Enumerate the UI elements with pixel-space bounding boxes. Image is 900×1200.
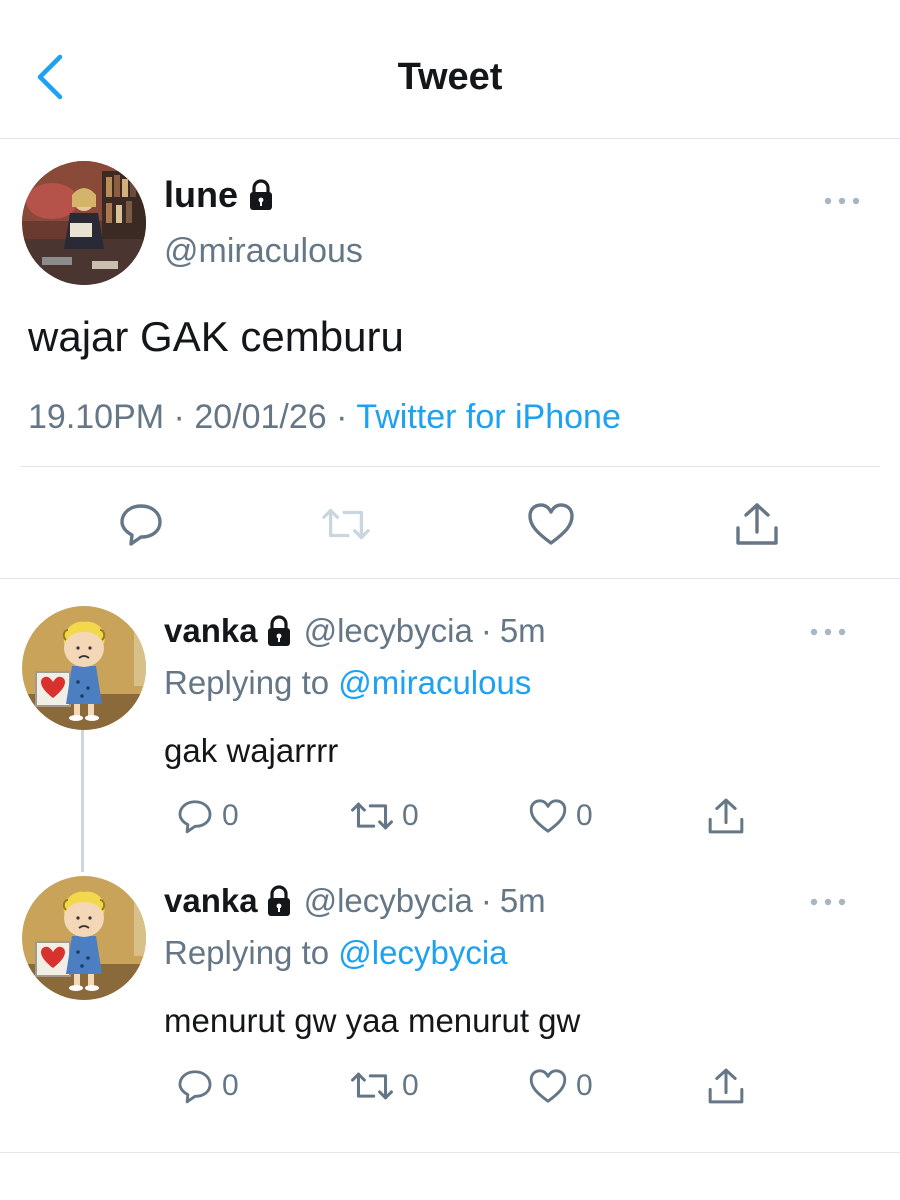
display-name-text[interactable]: vanka [164, 610, 258, 652]
lock-icon [250, 179, 273, 210]
share-icon [708, 798, 744, 834]
avatar[interactable] [22, 161, 146, 285]
share-button[interactable] [706, 794, 746, 838]
username-handle[interactable]: @lecybycia [304, 610, 473, 652]
share-button[interactable] [706, 1064, 746, 1108]
heart-icon [528, 503, 574, 545]
avatar[interactable] [22, 876, 146, 1000]
replying-to: Replying to @lecybycia [164, 932, 508, 974]
reply-time: 5m [499, 612, 546, 649]
reply-tweet[interactable]: vanka @lecybycia · 5m Replying to @lecyb… [0, 850, 900, 1120]
replying-to: Replying to @miraculous [164, 662, 531, 704]
like-button[interactable] [526, 499, 576, 549]
avatar-image [22, 876, 146, 1000]
like-count: 0 [576, 799, 593, 832]
more-horizontal-icon [824, 197, 860, 205]
retweet-count: 0 [402, 1069, 419, 1102]
retweet-count: 0 [402, 799, 419, 832]
meta-separator: · [336, 398, 348, 436]
share-button[interactable] [732, 499, 782, 549]
heart-icon [529, 1069, 567, 1103]
mention-link[interactable]: @miraculous [338, 664, 531, 701]
reply-action-bar: 0 0 0 [0, 794, 900, 844]
retweet-button[interactable]: 0 [350, 794, 419, 838]
reply-tweet[interactable]: vanka @lecybycia · 5m Replying to @mirac… [0, 580, 900, 850]
avatar[interactable] [22, 606, 146, 730]
reply-count: 0 [222, 799, 239, 832]
tweet-time: 19.10PM [28, 398, 165, 436]
display-name-text: lune [164, 174, 239, 215]
reply-action-bar: 0 0 0 [0, 1064, 900, 1114]
reply-text: gak wajarrrr [164, 732, 339, 769]
like-button[interactable]: 0 [528, 1064, 593, 1108]
more-horizontal-icon [810, 628, 846, 636]
reply-icon [120, 504, 162, 546]
replying-to-label: Replying to [164, 934, 330, 971]
mention-link[interactable]: @lecybycia [338, 934, 507, 971]
more-horizontal-icon [810, 898, 846, 906]
more-options-button[interactable] [822, 189, 862, 213]
tweet-text: wajar GAK cemburu [28, 313, 404, 360]
reply-header: vanka @lecybycia · 5m [164, 610, 546, 652]
share-icon [708, 1068, 744, 1104]
tweet-source-link[interactable]: Twitter for iPhone [356, 398, 621, 436]
retweet-icon [322, 508, 370, 540]
heart-icon [529, 799, 567, 833]
reply-icon [178, 1070, 212, 1104]
reply-icon [178, 800, 212, 834]
retweet-button[interactable]: 0 [350, 1064, 419, 1108]
like-count: 0 [576, 1069, 593, 1102]
meta-separator: · [480, 882, 492, 919]
divider [0, 1152, 900, 1153]
display-name[interactable]: lune [164, 173, 274, 217]
reply-button[interactable]: 0 [176, 1064, 239, 1108]
reply-button[interactable]: 0 [176, 794, 239, 838]
reply-button[interactable] [116, 499, 166, 549]
reply-time: 5m [499, 882, 546, 919]
more-options-button[interactable] [808, 620, 848, 644]
top-nav-bar: Tweet [0, 0, 900, 139]
display-name-text[interactable]: vanka [164, 880, 258, 922]
tweet-date: 20/01/26 [194, 398, 327, 436]
divider [0, 578, 900, 579]
share-icon [736, 503, 778, 545]
reply-header: vanka @lecybycia · 5m [164, 880, 546, 922]
lock-icon [266, 885, 292, 917]
like-button[interactable]: 0 [528, 794, 593, 838]
divider [20, 466, 880, 467]
replying-to-label: Replying to [164, 664, 330, 701]
meta-separator: · [173, 398, 185, 436]
reply-count: 0 [222, 1069, 239, 1102]
more-options-button[interactable] [808, 890, 848, 914]
retweet-button[interactable] [321, 499, 371, 549]
tweet-action-bar [0, 479, 900, 571]
page-title: Tweet [397, 56, 503, 98]
tweet-metadata: 19.10PM · 20/01/26 · Twitter for iPhone [28, 395, 621, 439]
reply-text: menurut gw yaa menurut gw [164, 1002, 581, 1039]
lock-icon [266, 615, 292, 647]
avatar-image [22, 606, 146, 730]
avatar-image [22, 161, 146, 285]
retweet-icon [351, 802, 393, 830]
retweet-icon [351, 1072, 393, 1100]
meta-separator: · [480, 612, 492, 649]
username-handle[interactable]: @lecybycia [304, 880, 473, 922]
username-handle[interactable]: @miraculous [164, 229, 363, 273]
